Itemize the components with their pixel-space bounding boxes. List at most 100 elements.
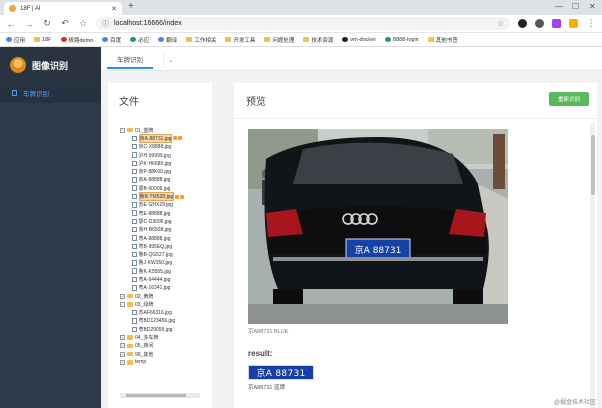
tree-node-label: 沪K·H6680.jpg [138,160,172,167]
close-tab-icon[interactable]: ✕ [111,5,117,13]
tree-file[interactable]: 京C·X8888.jpg [120,143,212,151]
url-field[interactable]: ⓘ localhost:16666/index ☆ [96,17,510,30]
info-icon: ⓘ [102,20,109,28]
sidebar: 图像识别 车牌识别 [0,47,101,408]
minimize-icon[interactable]: — [555,2,563,11]
site-icon [385,37,392,42]
tree-node-label: 苏E·GHX29.jpg [138,202,173,209]
expand-icon[interactable]: + [120,351,125,357]
bookmark-item[interactable]: vm-docker [342,37,376,43]
bookmark-item[interactable]: 翻译 [158,36,177,44]
forward-icon[interactable]: → [24,19,34,29]
bookmark-star-icon[interactable]: ☆ [78,18,88,29]
tree-file[interactable]: 粤BD29099.jpg [120,325,212,333]
tree-folder[interactable]: + temp [120,358,212,366]
maximize-icon[interactable]: ☐ [572,2,579,11]
tree-file[interactable]: 鲁B·TM528.jpg [120,192,212,202]
tree-node-label: 04_多车牌 [135,335,159,342]
tree-file[interactable]: 浙H·B6508.jpg [120,226,212,234]
bookmark-item[interactable]: 技术资源 [303,36,333,44]
tree-file[interactable]: 鲁K·K5555.jpg [120,267,212,275]
bookmark-item[interactable]: 开发工具 [225,36,255,44]
extension-icon[interactable] [552,19,561,28]
tree-file[interactable]: 鲁B·QG527.jpg [120,250,212,258]
divider [234,118,597,119]
delete-icon[interactable] [180,194,185,199]
sidebar-item-plate-recognition[interactable]: 车牌识别 [0,83,101,103]
tree-folder[interactable]: +05_夜间 [120,342,212,350]
extension-icon[interactable] [569,19,578,28]
tree-file[interactable]: 粤BD123456.jpg [120,317,212,325]
tree-file[interactable]: 沪K·H6680.jpg [120,159,212,167]
collapse-icon[interactable]: − [120,127,125,133]
tree-node-label: 粤BD29099.jpg [138,326,173,333]
tree-file[interactable]: 粤A·88888.jpg [120,234,212,242]
back-icon[interactable]: ← [6,19,16,29]
edit-icon[interactable] [175,194,180,199]
chevron-down-icon[interactable]: ⌄ [163,51,177,69]
tree-file[interactable]: 粤A·16341.jpg [120,284,212,292]
expand-icon[interactable]: + [120,293,125,299]
plate-crop-image: 京A 88731 [248,365,314,380]
tree-file[interactable]: 粤B·995EQ.jpg [120,242,212,250]
close-window-icon[interactable]: ✕ [589,2,596,11]
tree-folder[interactable]: +04_多车牌 [120,333,212,341]
extension-icon[interactable] [518,19,527,28]
result-label: result: [248,349,273,358]
top-nav: 车牌识别 ⌄ [101,47,602,71]
bookmark-item[interactable]: 工作相关 [186,36,216,44]
star-icon[interactable]: ☆ [498,20,504,28]
bookmark-item[interactable]: 8888-login [385,37,419,43]
expand-icon[interactable]: + [120,343,125,349]
collapse-icon[interactable]: − [120,301,125,307]
main-content: 文件 − 01_蓝牌 京A·88731.jpg 京C·X8888.jpg 沪H·9999… [101,71,602,408]
bookmark-item[interactable]: 问题处理 [264,36,294,44]
car-photo: 京A 88731 [248,129,508,324]
tree-file[interactable]: 鄂C·D3096.jpg [120,217,212,225]
tree-file[interactable]: 鲁J·KW350.jpg [120,259,212,267]
tree-folder[interactable]: − 03_绿牌 [120,300,212,308]
file-icon [132,193,137,200]
tree-folder[interactable]: +99_其他 [120,350,212,358]
new-tab-icon[interactable]: + [128,1,134,12]
preview-panel: 预览 重新识别 京A 88731 京A88731 BLUE result: 京A… [234,83,597,408]
logo-icon [10,57,26,73]
site-icon [102,37,109,42]
tree-file[interactable]: 沪H·99999.jpg [120,151,212,159]
bookmark-item[interactable]: 百度 [102,36,121,44]
tree-node-label: 京P·88K60.jpg [138,169,172,176]
tree-folder[interactable]: +02_黄牌 [120,292,212,300]
menu-icon[interactable]: ⋮ [586,18,596,29]
horizontal-scrollbar[interactable] [120,393,200,398]
extension-icon[interactable] [535,19,544,28]
vertical-scrollbar[interactable] [590,123,595,408]
tree-file[interactable]: 京A·88731.jpg [120,133,212,143]
bookmark-item[interactable]: 必应 [130,36,149,44]
tree-file[interactable]: 苏E·GHX29.jpg [120,201,212,209]
recognize-again-button[interactable]: 重新识别 [549,92,589,106]
expand-icon[interactable]: + [120,335,125,341]
tree-file[interactable]: 京A·88888.jpg [120,176,212,184]
undo-icon[interactable]: ↶ [60,18,70,29]
delete-icon[interactable] [178,136,183,141]
tree-node-label: 01_蓝牌 [135,127,154,134]
expand-icon[interactable]: + [120,359,125,365]
edit-icon[interactable] [173,136,178,141]
folder-icon [303,37,310,42]
tab-plate-recognition[interactable]: 车牌识别 [107,51,153,69]
tree-file[interactable]: 粤E·88888.jpg [120,209,212,217]
tree-node-label: 粤B·995EQ.jpg [138,243,173,250]
bookmark-item[interactable]: 其他书签 [427,36,458,44]
file-panel: 文件 − 01_蓝牌 京A·88731.jpg 京C·X8888.jpg 沪H·9999… [108,83,212,408]
bookmark-item[interactable]: 应用 [6,36,25,44]
bookmark-item[interactable]: 极路demo [60,36,93,44]
file-icon [132,135,137,142]
tab-title: 18F | AI [20,5,41,12]
file-icon [132,210,137,216]
browser-tab[interactable]: 18F | AI ✕ [4,2,122,15]
reload-icon[interactable]: ↻ [42,18,52,29]
tree-file[interactable]: 京P·88K60.jpg [120,167,212,175]
tree-file[interactable]: 苏AF66316.jpg [120,309,212,317]
bookmark-item[interactable]: 18F [34,37,52,43]
tree-file[interactable]: 粤A·64444.jpg [120,275,212,283]
